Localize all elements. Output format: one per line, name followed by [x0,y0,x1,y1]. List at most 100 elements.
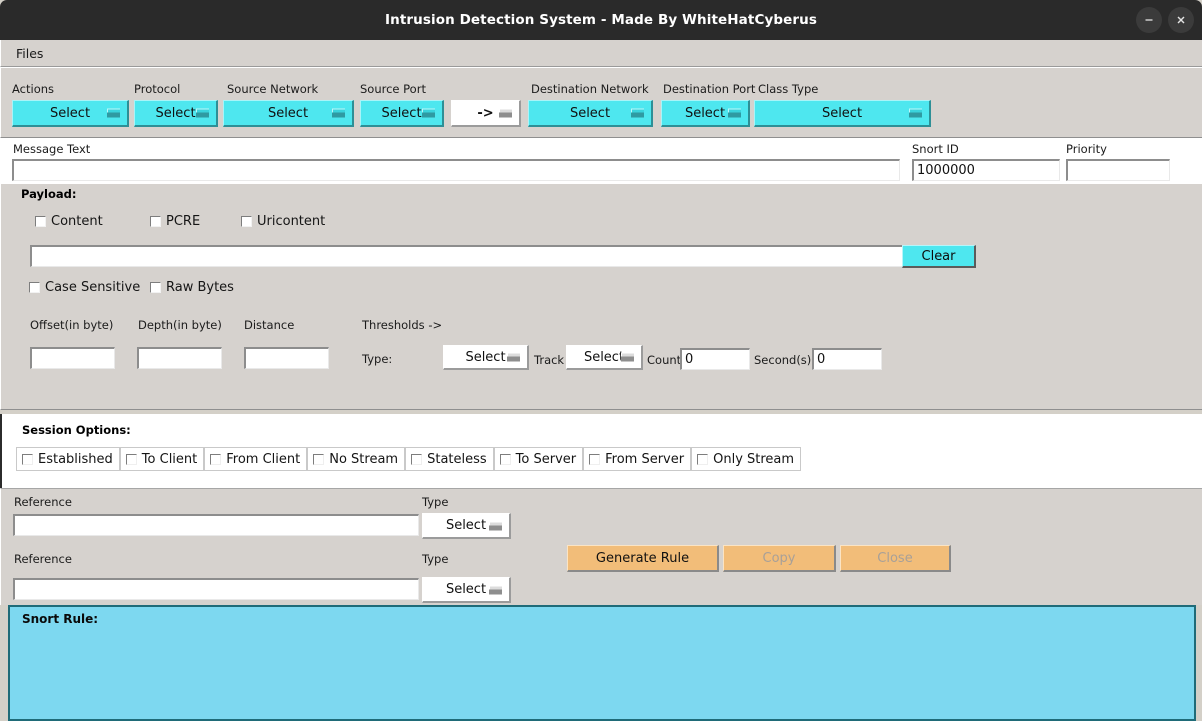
chevron-down-icon [728,109,741,118]
chevron-down-icon [332,109,345,118]
chevron-down-icon [196,109,209,118]
label-protocol: Protocol [134,82,180,96]
title-bar: Intrusion Detection System - Made By Whi… [0,0,1202,40]
payload-title: Payload: [21,187,76,201]
reference-2-input[interactable] [13,578,419,600]
checkbox-box [126,454,137,465]
checkbox-uricontent-label: Uricontent [257,214,325,229]
checkbox-box [210,454,221,465]
priority-input[interactable] [1066,159,1170,181]
chevron-down-icon [422,109,435,118]
checkbox-uricontent[interactable]: Uricontent [241,214,325,229]
message-text-input[interactable] [12,159,900,181]
label-class-type: Class Type [758,82,818,96]
label-threshold-count: Count [647,353,681,367]
label-threshold-track: Track [534,353,564,367]
label-message-text: Message Text [13,142,90,156]
dropdown-direction-value: -> [477,106,493,121]
checkbox-box [29,282,40,293]
menu-item-files[interactable]: Files [12,44,47,63]
dropdown-source-port[interactable]: Select [360,100,444,127]
checkbox-content[interactable]: Content [35,214,103,229]
dropdown-class-type-value: Select [822,106,862,121]
session-option-label: No Stream [329,452,398,467]
dropdown-threshold-track[interactable]: Select [566,345,643,370]
snort-rule-panel[interactable]: Snort Rule: [8,605,1196,721]
copy-button-label: Copy [763,551,796,566]
snort-rule-title: Snort Rule: [22,612,98,626]
dropdown-reference-type-1[interactable]: Select [422,513,511,539]
session-options-panel: Session Options: Established To Client F… [0,414,1202,488]
references-panel: Reference Type Select Reference Type Sel… [0,488,1202,605]
checkbox-raw-bytes[interactable]: Raw Bytes [150,280,234,295]
checkbox-box [697,454,708,465]
dropdown-protocol[interactable]: Select [134,100,218,127]
close-button[interactable]: Close [840,545,951,572]
depth-input[interactable] [137,347,222,369]
label-snort-id: Snort ID [912,142,959,156]
checkbox-box [22,454,33,465]
label-depth: Depth(in byte) [138,318,222,332]
close-button-label: Close [877,551,912,566]
session-option-from-server[interactable]: From Server [583,447,691,471]
dropdown-destination-port[interactable]: Select [661,100,750,127]
dropdown-threshold-type[interactable]: Select [443,345,529,370]
session-option-stateless[interactable]: Stateless [405,447,494,471]
checkbox-pcre[interactable]: PCRE [150,214,200,229]
rule-header-panel: Actions Select Protocol Select Source Ne… [0,67,1202,138]
checkbox-box [411,454,422,465]
payload-content-input[interactable] [30,245,903,267]
dropdown-class-type[interactable]: Select [754,100,931,127]
session-option-to-server[interactable]: To Server [494,447,583,471]
distance-input[interactable] [244,347,329,369]
chevron-down-icon [489,585,502,594]
session-options-list: Established To Client From Client No Str… [16,447,801,471]
session-option-from-client[interactable]: From Client [204,447,307,471]
checkbox-box [313,454,324,465]
dropdown-reference-type-1-value: Select [446,518,486,533]
generate-rule-button[interactable]: Generate Rule [567,545,719,572]
close-icon[interactable] [1168,7,1194,33]
checkbox-pcre-label: PCRE [166,214,200,229]
session-option-label: From Server [605,452,684,467]
dropdown-destination-network[interactable]: Select [528,100,653,127]
offset-input[interactable] [30,347,115,369]
checkbox-box [150,216,161,227]
dropdown-actions[interactable]: Select [12,100,129,127]
label-offset: Offset(in byte) [30,318,113,332]
dropdown-source-network-value: Select [268,106,308,121]
label-threshold-type: Type: [362,352,392,366]
minimize-icon[interactable] [1136,7,1162,33]
dropdown-source-network[interactable]: Select [223,100,354,127]
dropdown-source-port-value: Select [381,106,421,121]
message-row-panel: Message Text Snort ID 1000000 Priority [0,138,1202,184]
reference-1-input[interactable] [13,514,419,536]
snort-id-input[interactable]: 1000000 [912,159,1060,181]
label-threshold-seconds: Second(s) [754,353,811,367]
dropdown-reference-type-2[interactable]: Select [422,577,511,603]
session-option-label: From Client [226,452,300,467]
session-option-label: To Server [516,452,576,467]
checkbox-case-sensitive[interactable]: Case Sensitive [29,280,147,295]
chevron-down-icon [621,353,634,362]
session-option-label: Established [38,452,113,467]
chevron-down-icon [909,109,922,118]
session-option-only-stream[interactable]: Only Stream [691,447,801,471]
session-option-no-stream[interactable]: No Stream [307,447,405,471]
session-options-title: Session Options: [22,423,131,437]
dropdown-protocol-value: Select [155,106,195,121]
threshold-seconds-input[interactable]: 0 [812,348,882,370]
session-option-label: Stateless [427,452,487,467]
checkbox-box [589,454,600,465]
session-option-label: To Client [142,452,197,467]
chevron-down-icon [499,109,512,118]
session-option-established[interactable]: Established [16,447,120,471]
copy-button[interactable]: Copy [723,545,836,572]
checkbox-content-label: Content [51,214,103,229]
session-option-to-client[interactable]: To Client [120,447,204,471]
dropdown-direction[interactable]: -> [451,100,521,127]
clear-button[interactable]: Clear [902,245,976,268]
checkbox-case-sensitive-label: Case Sensitive [45,280,140,295]
threshold-count-input[interactable]: 0 [680,348,750,370]
dropdown-reference-type-2-value: Select [446,582,486,597]
